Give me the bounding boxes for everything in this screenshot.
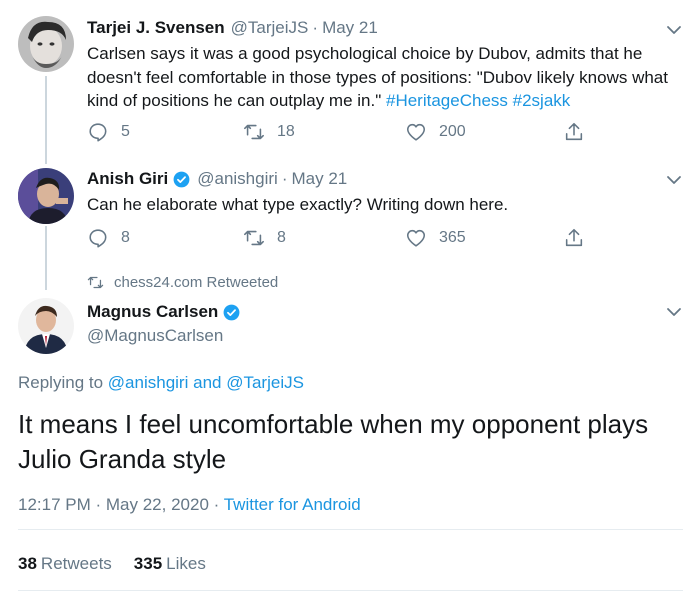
- retweeted-by[interactable]: chess24.com Retweeted: [87, 274, 278, 291]
- reply-mention-and[interactable]: and: [193, 373, 221, 392]
- reply-count: 5: [121, 123, 130, 140]
- share-button[interactable]: [563, 121, 585, 143]
- retweets-count: 38: [18, 554, 37, 573]
- retweets-label: Retweets: [40, 554, 112, 573]
- avatar-magnus[interactable]: [18, 298, 74, 354]
- share-icon: [565, 122, 583, 141]
- share-button[interactable]: [563, 227, 585, 249]
- hashtag-heritagechess[interactable]: #HeritageChess: [386, 91, 508, 110]
- main-display-name[interactable]: Magnus Carlsen: [87, 302, 218, 322]
- retweet-icon: [244, 230, 264, 246]
- retweet-count: 8: [277, 229, 286, 246]
- retweet-button[interactable]: 8: [243, 227, 286, 249]
- separator-dot: ·: [213, 495, 224, 514]
- replying-to: Replying to @anishgiri and @TarjeiJS: [18, 373, 304, 393]
- avatar-anish[interactable]: [18, 168, 74, 224]
- reply-count: 8: [121, 229, 130, 246]
- main-handle[interactable]: @MagnusCarlsen: [87, 326, 223, 346]
- likes-label: Likes: [166, 554, 206, 573]
- retweet-icon: [87, 276, 104, 289]
- retweet-button[interactable]: 18: [243, 121, 295, 143]
- likes-stat[interactable]: 335 Likes: [134, 554, 206, 574]
- tweet1-display-name[interactable]: Tarjei J. Svensen: [87, 18, 225, 38]
- retweeted-by-label: chess24.com Retweeted: [114, 274, 279, 291]
- tweet-time[interactable]: 12:17 PM: [18, 495, 91, 514]
- reply-mention-anishgiri[interactable]: @anishgiri: [108, 373, 189, 392]
- tweet1-actions: 5 18 200: [87, 121, 587, 145]
- tweet2-header: Anish Giri @anishgiri · May 21: [87, 169, 347, 189]
- like-count: 200: [439, 123, 466, 140]
- retweet-count: 18: [277, 123, 295, 140]
- tweet1-text: Carlsen says it was a good psychological…: [87, 42, 677, 113]
- like-button[interactable]: 365: [405, 227, 466, 249]
- likes-count: 335: [133, 554, 163, 573]
- thread-line-1: [45, 76, 47, 164]
- tweet1-header: Tarjei J. Svensen @TarjeiJS · May 21: [87, 18, 378, 38]
- verified-badge-icon: [223, 304, 240, 320]
- main-tweet-header: Magnus Carlsen: [87, 302, 241, 322]
- tweet-date[interactable]: May 22, 2020: [106, 495, 209, 514]
- main-tweet-meta: 12:17 PM · May 22, 2020 · Twitter for An…: [18, 495, 361, 515]
- tweet2-actions: 8 8 365: [87, 227, 587, 251]
- thread-line-2: [45, 226, 47, 290]
- tweet2-handle[interactable]: @anishgiri: [197, 169, 278, 189]
- tweet1-date[interactable]: May 21: [322, 18, 378, 38]
- separator-dot: ·: [95, 495, 106, 514]
- like-count: 365: [439, 229, 466, 246]
- chevron-down-icon[interactable]: [664, 170, 684, 190]
- engagement-stats: 38 Retweets 335 Likes: [18, 554, 228, 574]
- separator-dot: ·: [281, 169, 288, 188]
- replying-prefix: Replying to: [18, 373, 104, 392]
- divider: [18, 590, 683, 591]
- heart-icon: [406, 123, 426, 141]
- reply-mention-tarjeijs[interactable]: @TarjeiJS: [226, 373, 304, 392]
- reply-button[interactable]: 8: [87, 227, 130, 249]
- divider: [18, 529, 683, 530]
- tweet2-text: Can he elaborate what type exactly? Writ…: [87, 195, 509, 214]
- chevron-down-icon[interactable]: [664, 302, 684, 322]
- reply-icon: [89, 123, 107, 142]
- tweet1-handle[interactable]: @TarjeiJS: [231, 18, 309, 38]
- share-icon: [565, 228, 583, 247]
- avatar-tarjei[interactable]: [18, 16, 74, 72]
- tweet1-text-body: Carlsen says it was a good psychological…: [87, 44, 668, 110]
- tweet-source[interactable]: Twitter for Android: [224, 495, 361, 514]
- separator-dot: ·: [312, 18, 319, 37]
- retweet-icon: [244, 124, 264, 140]
- tweet2-date[interactable]: May 21: [291, 169, 347, 189]
- heart-icon: [406, 229, 426, 247]
- verified-badge-icon: [173, 171, 190, 187]
- main-tweet-text: It means I feel uncomfortable when my op…: [18, 409, 649, 474]
- like-button[interactable]: 200: [405, 121, 466, 143]
- tweet2-display-name[interactable]: Anish Giri: [87, 169, 168, 189]
- reply-icon: [89, 229, 107, 248]
- chevron-down-icon[interactable]: [664, 20, 684, 40]
- retweets-stat[interactable]: 38 Retweets: [18, 554, 112, 574]
- hashtag-2sjakk[interactable]: #2sjakk: [513, 91, 571, 110]
- reply-button[interactable]: 5: [87, 121, 130, 143]
